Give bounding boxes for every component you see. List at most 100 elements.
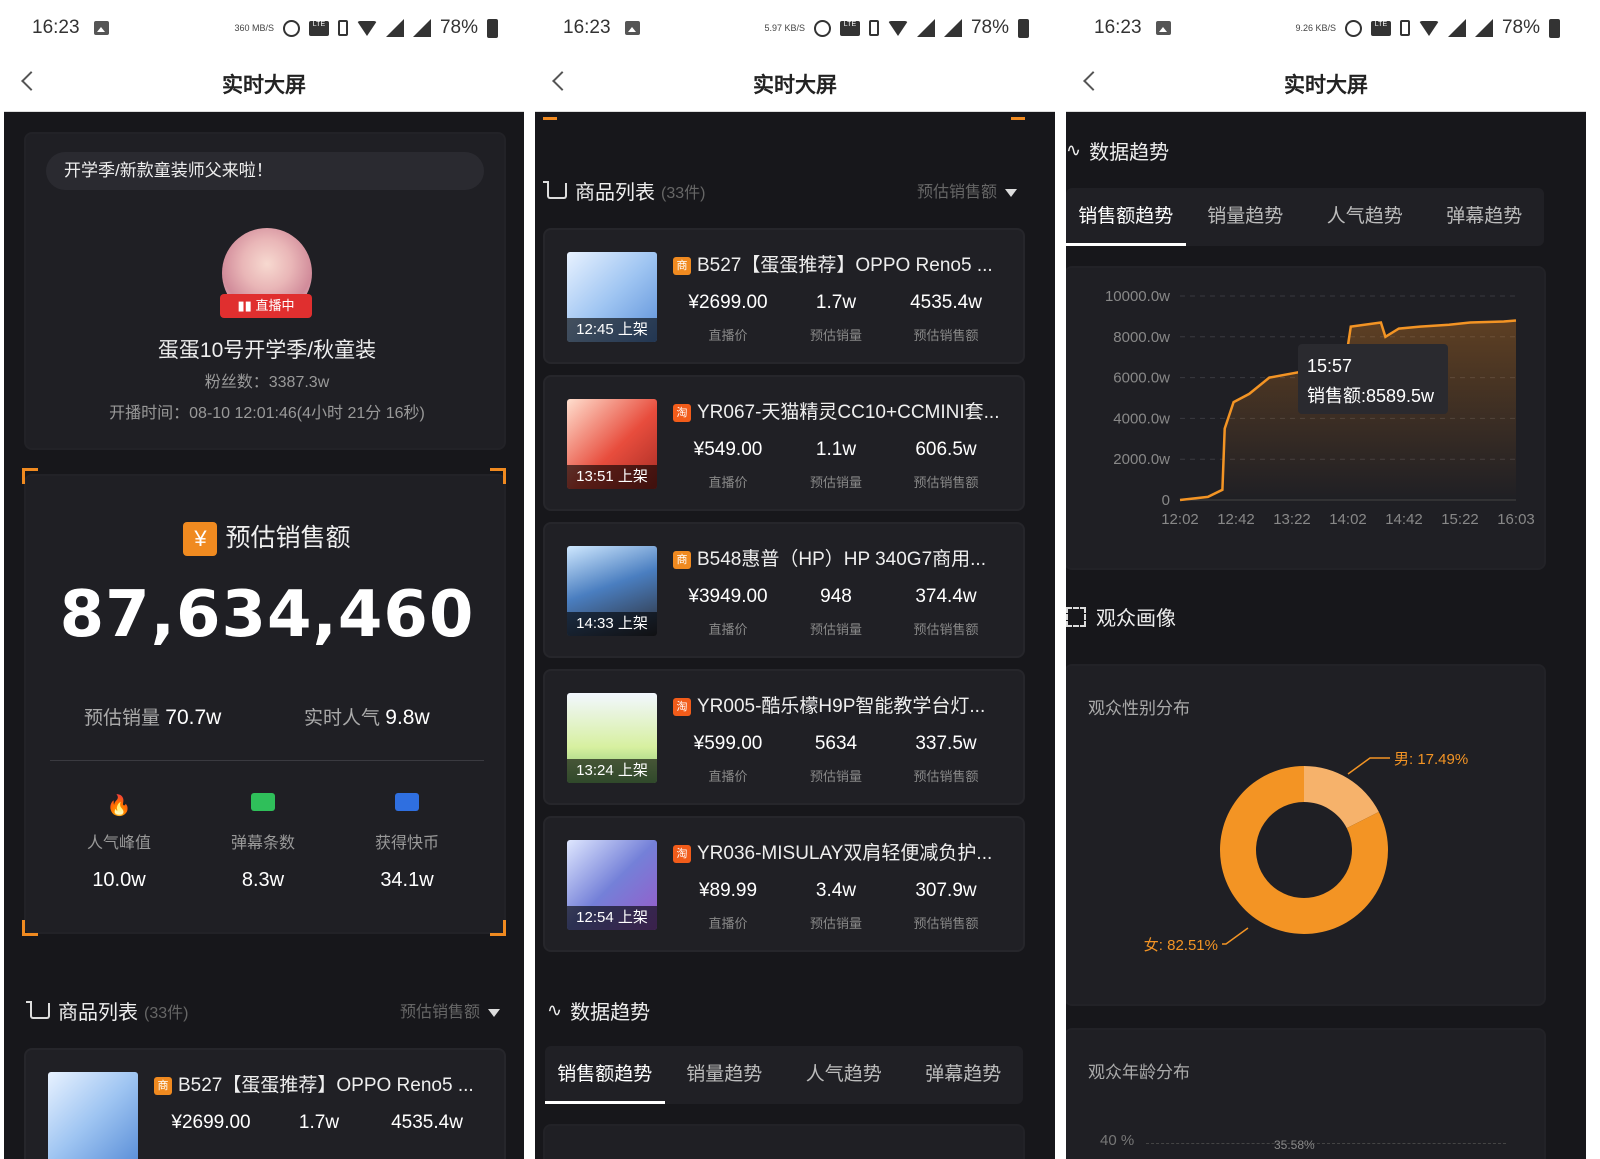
anchor-name: 蛋蛋10号开学季/秋童装 [157,339,377,362]
gallery-icon [1155,21,1171,35]
platform-icon: 商 [673,551,691,569]
cart-icon [543,180,567,199]
stat-label: 弹幕条数 [230,835,295,852]
gender-title: 观众性别分布 [1088,699,1190,718]
product-sales: 374.4w [915,586,977,607]
y-tick-label: 4000.0w [1113,410,1170,427]
product-volume: 948 [820,586,852,607]
stat-danmaku: 弹幕条数 8.3w [188,793,338,892]
product-card[interactable]: 13:51 上架 淘 YR067-天猫精灵CC10+CCMINI套... ¥549.0… [545,377,1023,509]
product-price: ¥89.99 [698,880,758,901]
product-sales: 4535.4w [391,1112,463,1133]
status-time: 16:23 [563,17,611,38]
x-tick-label: 14:02 [1329,511,1367,528]
divider [50,760,484,761]
product-list-title: 商品列表 [58,1002,138,1024]
sort-dropdown[interactable]: 预估销售额 [400,998,500,1022]
back-icon[interactable] [552,71,572,91]
volte-icon: LTE [839,20,860,36]
product-title-text: B548惠普（HP）HP 340G7商用... [697,549,986,570]
pulse-icon: ∿ [1066,140,1082,160]
product-sales: 307.9w [915,880,977,901]
col-label-price: 直播价 [708,622,748,637]
product-thumbnail [48,1072,138,1159]
col-label-sales: 预估销售额 [913,622,979,637]
product-card[interactable]: 14:33 上架 商 B548惠普（HP）HP 340G7商用... ¥3949.00… [545,524,1023,656]
pulse-icon: ∿ [547,1000,563,1020]
tab-volume-trend[interactable]: 销量趋势 [1186,188,1306,246]
status-bar: 16:23 5.97 KB/S LTE 78% [535,0,1055,56]
product-title: 商 B527【蛋蛋推荐】OPPO Reno5 ... [154,1070,484,1097]
tab-sales-trend[interactable]: 销售额趋势 [1066,188,1186,246]
product-title-text: YR036-MISULAY双肩轻便减负护... [697,843,993,864]
male-leader-line [1347,757,1390,775]
product-volume: 3.4w [815,880,857,901]
tab-sales-trend[interactable]: 销售额趋势 [545,1046,665,1104]
trend-title: 数据趋势 [570,1002,651,1024]
product-title: 淘 YR067-天猫精灵CC10+CCMINI套... [673,397,1003,424]
corner-mark [1011,104,1025,120]
vibrate-icon [337,20,348,36]
sales-title: ¥ 预估销售额 [28,518,506,557]
tab-danmaku-trend[interactable]: 弹幕趋势 [1425,188,1545,246]
shelf-time: 13:24 上架 [567,759,657,783]
portrait-icon [1066,606,1086,627]
battery-icon [1549,18,1560,38]
est-volume-value: 70.7w [165,706,222,729]
sort-dropdown[interactable]: 预估销售额 [917,178,1017,202]
signal-icon-2 [943,19,962,37]
est-volume-label: 预估销量 [84,708,161,729]
sales-total: 87,634,460 [59,578,475,652]
product-title: 商 B527【蛋蛋推荐】OPPO Reno5 ... [673,250,1003,277]
col-label-volume: 预估销量 [809,916,862,931]
tab-volume-trend[interactable]: 销量趋势 [665,1046,785,1104]
x-tick-label: 12:42 [1217,511,1255,528]
status-bar: 16:23 9.26 KB/S LTE 78% [1066,0,1586,56]
stat-coins: 获得快币 34.1w [332,793,482,892]
network-speed: 5.97 KB/S [764,22,805,33]
product-title: 淘 YR036-MISULAY双肩轻便减负护... [673,838,1003,865]
corner-mark [22,920,38,936]
alarm-icon [1344,19,1362,37]
age-axis-tick: 40 % [1100,1132,1135,1149]
wifi-icon [887,20,908,36]
product-sales: 4535.4w [910,292,982,313]
comment-icon [188,793,338,817]
corner-mark [490,468,506,484]
battery-percent: 78% [970,17,1009,38]
tab-danmaku-trend[interactable]: 弹幕趋势 [904,1046,1024,1104]
age-data-label: 35.58% [1274,1138,1315,1152]
volte-icon: LTE [308,20,329,36]
back-icon[interactable] [21,71,41,91]
product-card[interactable]: 商 B527【蛋蛋推荐】OPPO Reno5 ... ¥2699.00 1.7w … [26,1050,504,1159]
realtime-pop-value: 9.8w [385,706,430,729]
product-volume: 1.7w [815,292,857,313]
audience-title: 观众画像 [1096,608,1176,630]
col-label-volume: 预估销量 [809,328,862,343]
product-volume: 1.7w [298,1112,340,1133]
product-card[interactable]: 13:24 上架 淘 YR005-酷乐檬H9P智能教学台灯... ¥599.00 563… [545,671,1023,803]
trend-header: ∿ 数据趋势 [547,996,650,1025]
product-title-text: B527【蛋蛋推荐】OPPO Reno5 ... [178,1075,474,1096]
battery-percent: 78% [1501,17,1540,38]
col-label-price: 直播价 [708,769,748,784]
nav-bar: 实时大屏 [1066,56,1586,112]
live-badge-label: 直播中 [255,298,295,313]
back-icon[interactable] [1083,71,1103,91]
product-card[interactable]: 12:45 上架 商 B527【蛋蛋推荐】OPPO Reno5 ... ¥2699.0… [545,230,1023,362]
product-price: ¥549.00 [693,439,763,460]
tab-popularity-trend[interactable]: 人气趋势 [1305,188,1425,246]
x-tick-label: 12:02 [1161,511,1199,528]
battery-percent: 78% [439,17,478,38]
product-card[interactable]: 12:54 上架 淘 YR036-MISULAY双肩轻便减负护... ¥89.99 3.… [545,818,1023,950]
col-label-sales: 预估销售额 [913,328,979,343]
age-gridline [1146,1143,1506,1144]
sales-trend-chart[interactable]: 0 2000.0w 4000.0w 6000.0w 8000.0w 10000.0w 12:… [1066,268,1544,568]
signal-icon [916,19,935,37]
nav-bar: 实时大屏 [535,56,1055,112]
sales-trend-chart-card: 0 2000.0w 4000.0w 6000.0w 8000.0w 10000.0w 12:… [1066,268,1544,568]
product-volume: 5634 [814,733,858,754]
product-list-header: 商品列表 (33件) [26,996,188,1025]
vibrate-icon [868,20,879,36]
tab-popularity-trend[interactable]: 人气趋势 [784,1046,904,1104]
